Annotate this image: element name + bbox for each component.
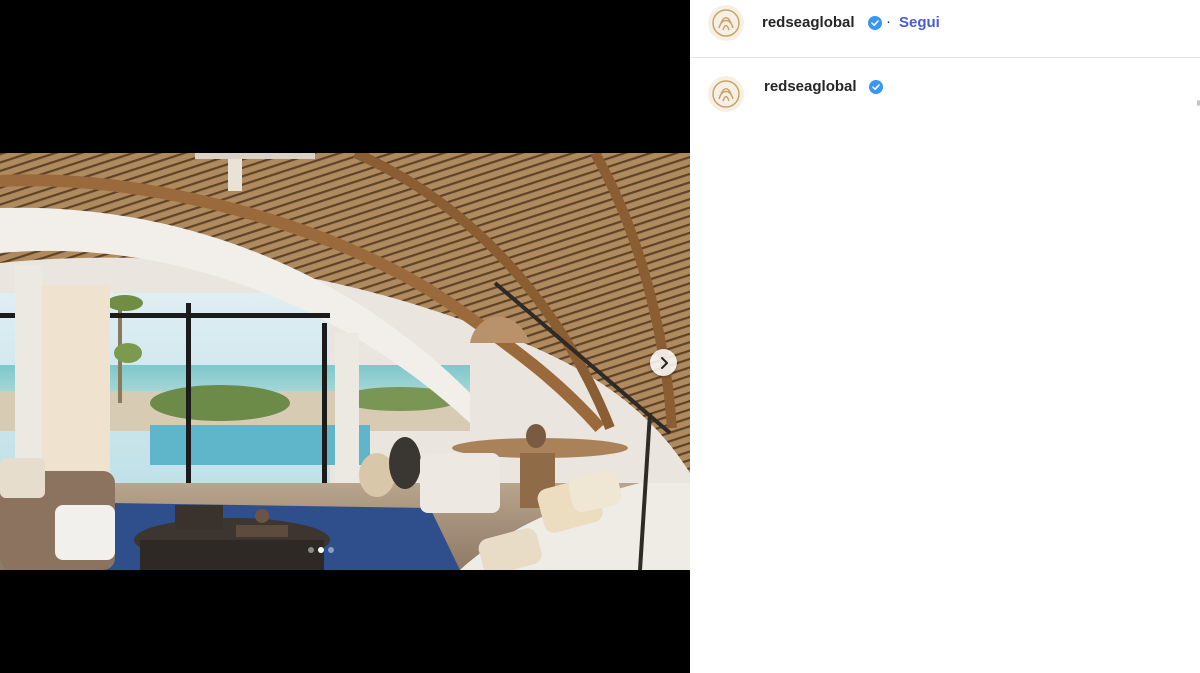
verified-badge-icon — [868, 16, 882, 30]
chevron-right-icon — [660, 356, 668, 369]
avatar[interactable] — [708, 76, 744, 112]
villa-interior-image — [0, 153, 690, 570]
username-link[interactable]: redseaglobal — [762, 14, 855, 31]
brand-logo-icon — [712, 80, 740, 108]
follow-button[interactable]: Segui — [899, 14, 940, 31]
caption-row: redseaglobal — [690, 72, 1200, 116]
carousel-dot — [328, 547, 334, 553]
carousel-dot — [308, 547, 314, 553]
separator-dot: · — [886, 13, 891, 30]
caption-username-link[interactable]: redseaglobal — [764, 78, 857, 95]
media-viewer — [0, 0, 690, 673]
carousel-dot-active — [318, 547, 324, 553]
carousel-indicator — [308, 547, 334, 553]
next-photo-button[interactable] — [650, 349, 677, 376]
post-side-panel: redseaglobal · Segui redseaglobal — [690, 0, 1200, 673]
brand-logo-icon — [712, 9, 740, 37]
avatar[interactable] — [708, 5, 744, 41]
verified-badge-icon — [869, 80, 883, 94]
post-header: redseaglobal · Segui — [690, 0, 1200, 58]
post-photo[interactable] — [0, 153, 690, 570]
